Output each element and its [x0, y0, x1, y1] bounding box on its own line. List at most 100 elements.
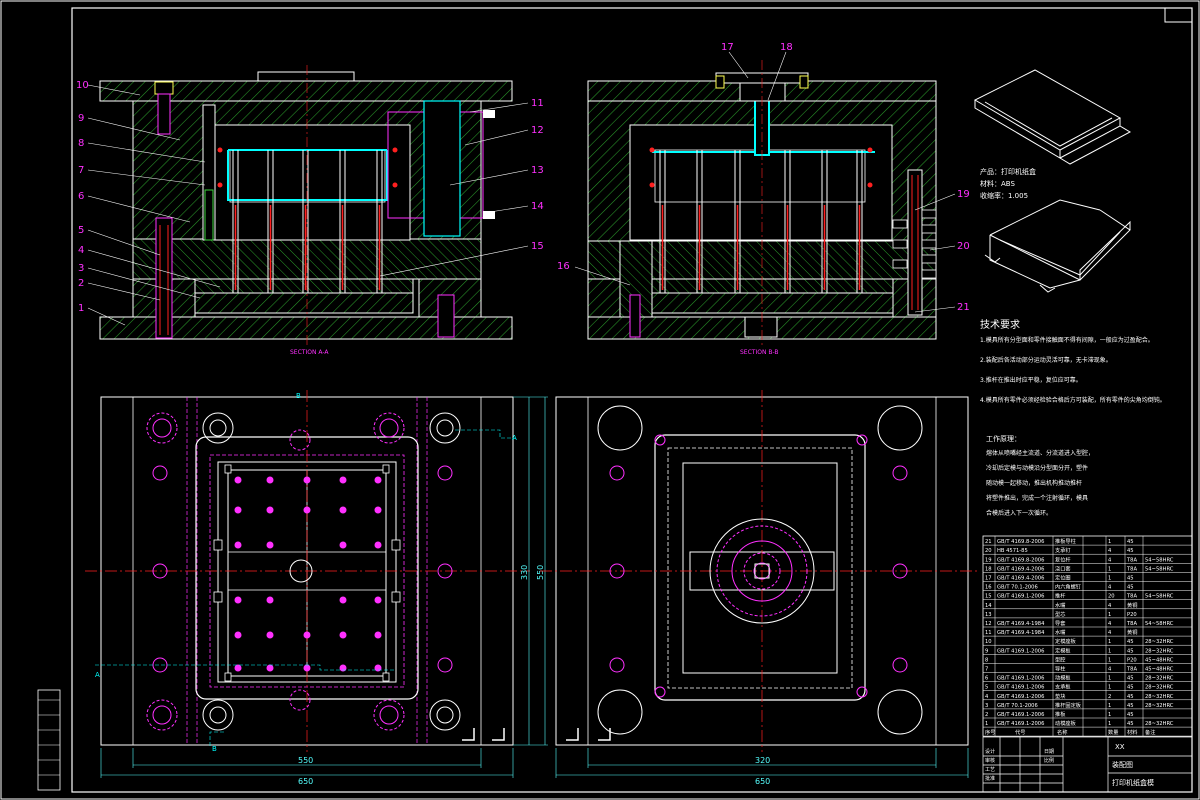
bom-cell: 推杆 [1055, 592, 1065, 600]
bom-cell: 1 [985, 721, 988, 727]
bom-cell: 12 [985, 621, 992, 627]
bom-cell: T8A [1126, 621, 1137, 627]
svg-text:14: 14 [531, 201, 544, 212]
section-b-b-view [587, 60, 937, 345]
bom-cell: 垫块 [1055, 692, 1066, 700]
work-principle: 工作原理： 熔体从喷嘴经主流道、分流道进入型腔， 冷却后定模与动模沿分型面分开，… [986, 434, 1094, 517]
bom-cell: GB/T 4169.1-2006 [997, 721, 1044, 727]
svg-text:5: 5 [78, 225, 84, 236]
bom-cell: GB/T 4169.1-2006 [997, 594, 1044, 600]
bom-cell: 1 [1108, 712, 1111, 718]
bom-cell: 水嘴 [1055, 628, 1065, 636]
plan-view-right [540, 390, 980, 752]
svg-text:产品：打印机纸盒: 产品：打印机纸盒 [980, 167, 1036, 176]
bom-cell: 支承钉 [1055, 546, 1071, 554]
bom-header-cell: 序号 [985, 728, 995, 736]
bom-cell: 5 [985, 685, 988, 691]
svg-text:3.推杆在推出时应平稳，复位应可靠。: 3.推杆在推出时应平稳，复位应可靠。 [980, 376, 1082, 384]
svg-text:装配图: 装配图 [1112, 760, 1133, 769]
svg-text:日期: 日期 [1044, 749, 1054, 755]
bom-cell: 45 [1127, 648, 1134, 654]
bom-cell: GB/T 4169.4-1984 [997, 621, 1045, 627]
bom-cell: 19 [985, 557, 992, 563]
svg-text:11: 11 [531, 98, 544, 109]
bom-cell: 54~58HRC [1145, 621, 1174, 627]
svg-text:B: B [212, 745, 217, 753]
svg-text:650: 650 [298, 777, 313, 786]
svg-text:20: 20 [957, 241, 970, 252]
bom-cell: 复位杆 [1055, 555, 1071, 563]
bom-cell: 动模板 [1055, 674, 1071, 682]
svg-text:将塑件推出，完成一个注射循环，模具: 将塑件推出，完成一个注射循环，模具 [986, 494, 1088, 502]
bom-cell: 1 [1108, 539, 1111, 545]
bom-header-cell: 代号 [1015, 728, 1025, 736]
bom-cell: 45 [1127, 694, 1134, 700]
svg-text:审核: 审核 [985, 757, 995, 764]
svg-text:工艺: 工艺 [985, 767, 995, 773]
svg-text:设计: 设计 [985, 748, 995, 755]
bom-cell: 45 [1127, 539, 1134, 545]
bom-cell: 1 [1108, 566, 1111, 572]
bom-cell: GB/T 4169.8-2006 [997, 539, 1044, 545]
bom-cell: 4 [1108, 667, 1112, 673]
tech-requirements: 技术要求 1.模具所有分型面和零件接触面不得有间隙，一般应为过盈配合。 2.装配… [980, 318, 1166, 404]
bom-cell: 支承板 [1055, 683, 1071, 691]
bom-cell: GB/T 4169.1-2006 [997, 712, 1044, 718]
bom-cell: 3 [985, 703, 988, 709]
corner-tab [1164, 7, 1193, 23]
bom-cell: 28~32HRC [1145, 703, 1174, 709]
bom-cell: 11 [985, 630, 992, 636]
bom-header-cell: 名称 [1057, 728, 1067, 736]
svg-text:2: 2 [78, 278, 84, 289]
cad-drawing: SECTION A-A 10 9 8 7 6 5 4 3 2 1 11 12 1… [0, 0, 1200, 800]
bom-cell: 1 [1108, 612, 1111, 618]
bom-cell: 1 [1108, 639, 1111, 645]
svg-text:A: A [95, 671, 100, 679]
bom-cell: GB/T 4169.1-2006 [997, 676, 1044, 682]
bom-cell: 黄铜 [1127, 601, 1137, 609]
bom-cell: 推杆固定板 [1055, 701, 1082, 709]
bom-cell: 动模座板 [1055, 719, 1077, 727]
leader-numbers-mid: 11 12 13 14 15 [531, 98, 544, 252]
bom-cell: 28~32HRC [1145, 648, 1174, 654]
product-iso-top [973, 69, 1132, 165]
bom-cell: 型腔 [1055, 655, 1065, 663]
bom-cell: 4 [1108, 557, 1112, 563]
dimension-texts-left: 550 650 330 550 [298, 565, 545, 786]
svg-text:A: A [512, 434, 517, 442]
bom-cell: 9 [985, 648, 988, 654]
bom-cell: GB/T 4169.1-2006 [997, 685, 1044, 691]
bom-cell: 28~32HRC [1145, 639, 1174, 645]
bom-cell: GB/T 70.1-2006 [997, 703, 1038, 709]
bom-cell: GB/T 4169.8-2006 [997, 557, 1044, 563]
bom-cell: 45 [1127, 548, 1134, 554]
bom-cell: 推板 [1055, 710, 1066, 718]
plan-view-left [85, 390, 530, 752]
svg-text:330: 330 [520, 565, 529, 580]
bom-cell: 定位圈 [1055, 574, 1071, 582]
bom-cell: 1 [1108, 676, 1111, 682]
svg-text:650: 650 [755, 777, 770, 786]
svg-text:8: 8 [78, 138, 84, 149]
title-block [982, 736, 1193, 793]
svg-text:1: 1 [78, 303, 84, 314]
svg-text:12: 12 [531, 125, 544, 136]
bom-cell: 1 [1108, 648, 1111, 654]
bom-cell: 4 [1108, 585, 1112, 591]
bom-cell: 45~48HRC [1145, 657, 1174, 663]
bom-cell: 28~32HRC [1145, 721, 1174, 727]
bom-cell: 21 [985, 539, 992, 545]
svg-text:550: 550 [298, 756, 313, 765]
section-a-a-label: SECTION A-A [290, 349, 329, 356]
bom-cell: 定模座板 [1055, 637, 1077, 645]
bom-cell: 45 [1127, 721, 1134, 727]
svg-text:冷却后定模与动模沿分型面分开，塑件: 冷却后定模与动模沿分型面分开，塑件 [986, 464, 1088, 472]
bom-cell: 54~58HRC [1145, 594, 1174, 600]
bom-cell: 28~32HRC [1145, 685, 1174, 691]
bom-cell: T8A [1126, 667, 1137, 673]
bom-cell: 45 [1127, 576, 1134, 582]
svg-text:工作原理：: 工作原理： [986, 434, 1021, 443]
bom-cell: GB/T 4169.4-1984 [997, 630, 1045, 636]
svg-text:21: 21 [957, 302, 970, 313]
product-iso-bottom [984, 199, 1131, 293]
